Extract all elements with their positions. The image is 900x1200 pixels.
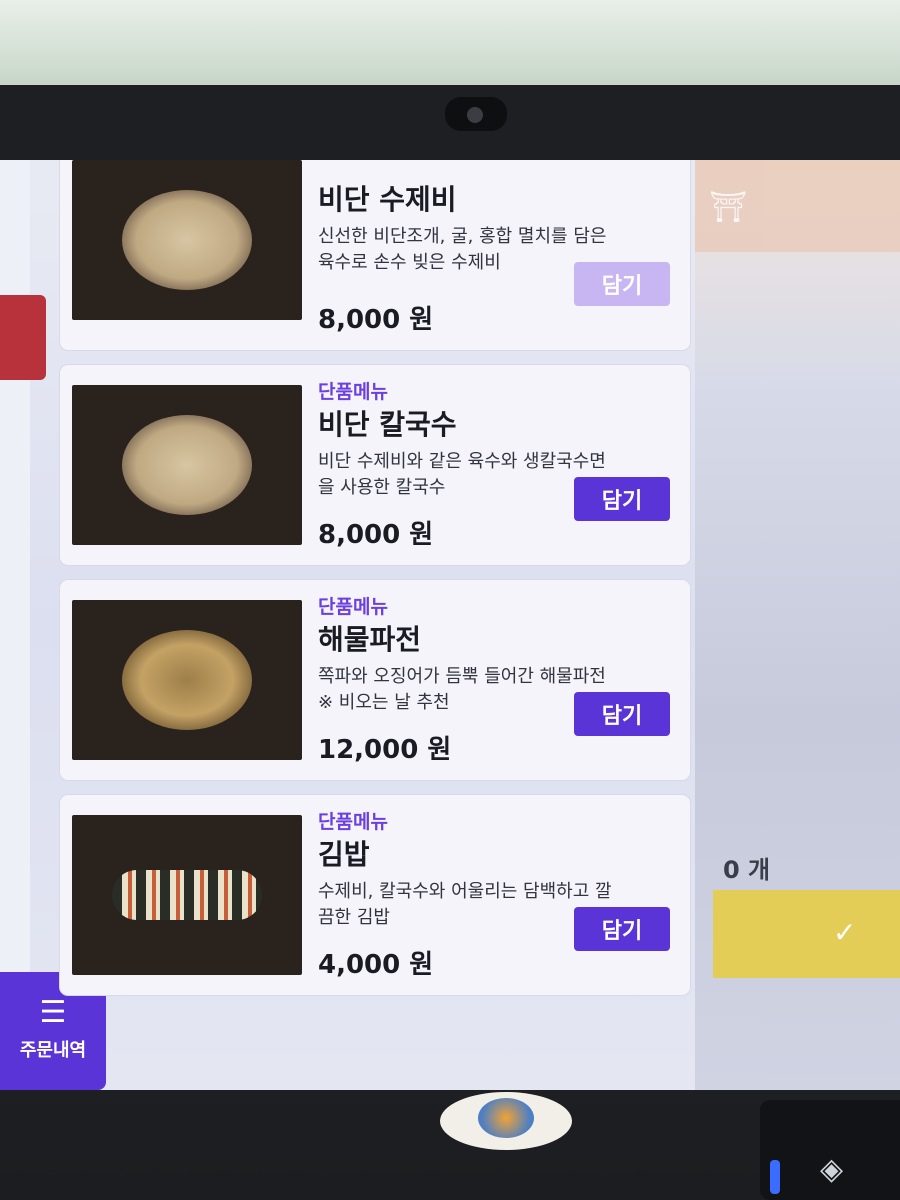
status-led — [770, 1160, 780, 1194]
logo-sticker — [440, 1092, 572, 1150]
add-to-cart-button[interactable]: 담기 — [574, 262, 670, 306]
food-image — [72, 600, 302, 760]
menu-list: 비단 수제비 신선한 비단조개, 굴, 홍합 멸치를 담은 육수로 손수 빚은 … — [60, 160, 690, 1010]
food-image — [72, 385, 302, 545]
check-icon: ✓ — [833, 916, 857, 949]
menu-tag — [318, 160, 670, 176]
table-icon: ⛩ — [709, 190, 748, 225]
kiosk-screen: ☰ 주문내역 비단 수제비 신선한 비단조개, 굴, 홍합 멸치를 담은 육수로… — [0, 160, 900, 1090]
menu-card[interactable]: 단품메뉴 비단 칼국수 비단 수제비와 같은 육수와 생칼국수면 을 사용한 칼… — [60, 365, 690, 565]
cart-count: 0 개 — [723, 856, 771, 884]
menu-price: 4,000 원 — [318, 950, 434, 980]
add-to-cart-button[interactable]: 담기 — [574, 692, 670, 736]
category-tab-selected[interactable] — [0, 295, 46, 380]
camera-icon — [445, 97, 507, 131]
menu-tag: 단품메뉴 — [318, 596, 388, 618]
order-history-label: 주문내역 — [19, 1040, 87, 1061]
menu-name: 비단 수제비 — [318, 183, 457, 216]
menu-name: 김밥 — [318, 838, 370, 871]
menu-card[interactable]: 단품메뉴 김밥 수제비, 칼국수와 어울리는 담백하고 깔 끔한 김밥 4,00… — [60, 795, 690, 995]
menu-card[interactable]: 단품메뉴 해물파전 쪽파와 오징어가 듬뿍 들어간 해물파전 ※ 비오는 날 추… — [60, 580, 690, 780]
menu-price: 8,000 원 — [318, 305, 434, 335]
menu-card[interactable]: 비단 수제비 신선한 비단조개, 굴, 홍합 멸치를 담은 육수로 손수 빚은 … — [60, 160, 690, 350]
menu-tag: 단품메뉴 — [318, 381, 388, 403]
add-to-cart-button[interactable]: 담기 — [574, 477, 670, 521]
food-image — [72, 160, 302, 320]
checkout-button[interactable]: ✓ — [713, 890, 900, 978]
menu-price: 12,000 원 — [318, 735, 452, 765]
menu-tag: 단품메뉴 — [318, 811, 388, 833]
food-image — [72, 815, 302, 975]
add-to-cart-button[interactable]: 담기 — [574, 907, 670, 951]
cart-panel: ⛩ 0 개 ✓ — [695, 160, 900, 1090]
brand-icon: ◈ — [820, 1152, 844, 1187]
menu-price: 8,000 원 — [318, 520, 434, 550]
menu-name: 비단 칼국수 — [318, 408, 457, 441]
menu-name: 해물파전 — [318, 623, 422, 656]
card-reader: ◈ — [760, 1100, 900, 1200]
table-header: ⛩ — [695, 160, 900, 252]
